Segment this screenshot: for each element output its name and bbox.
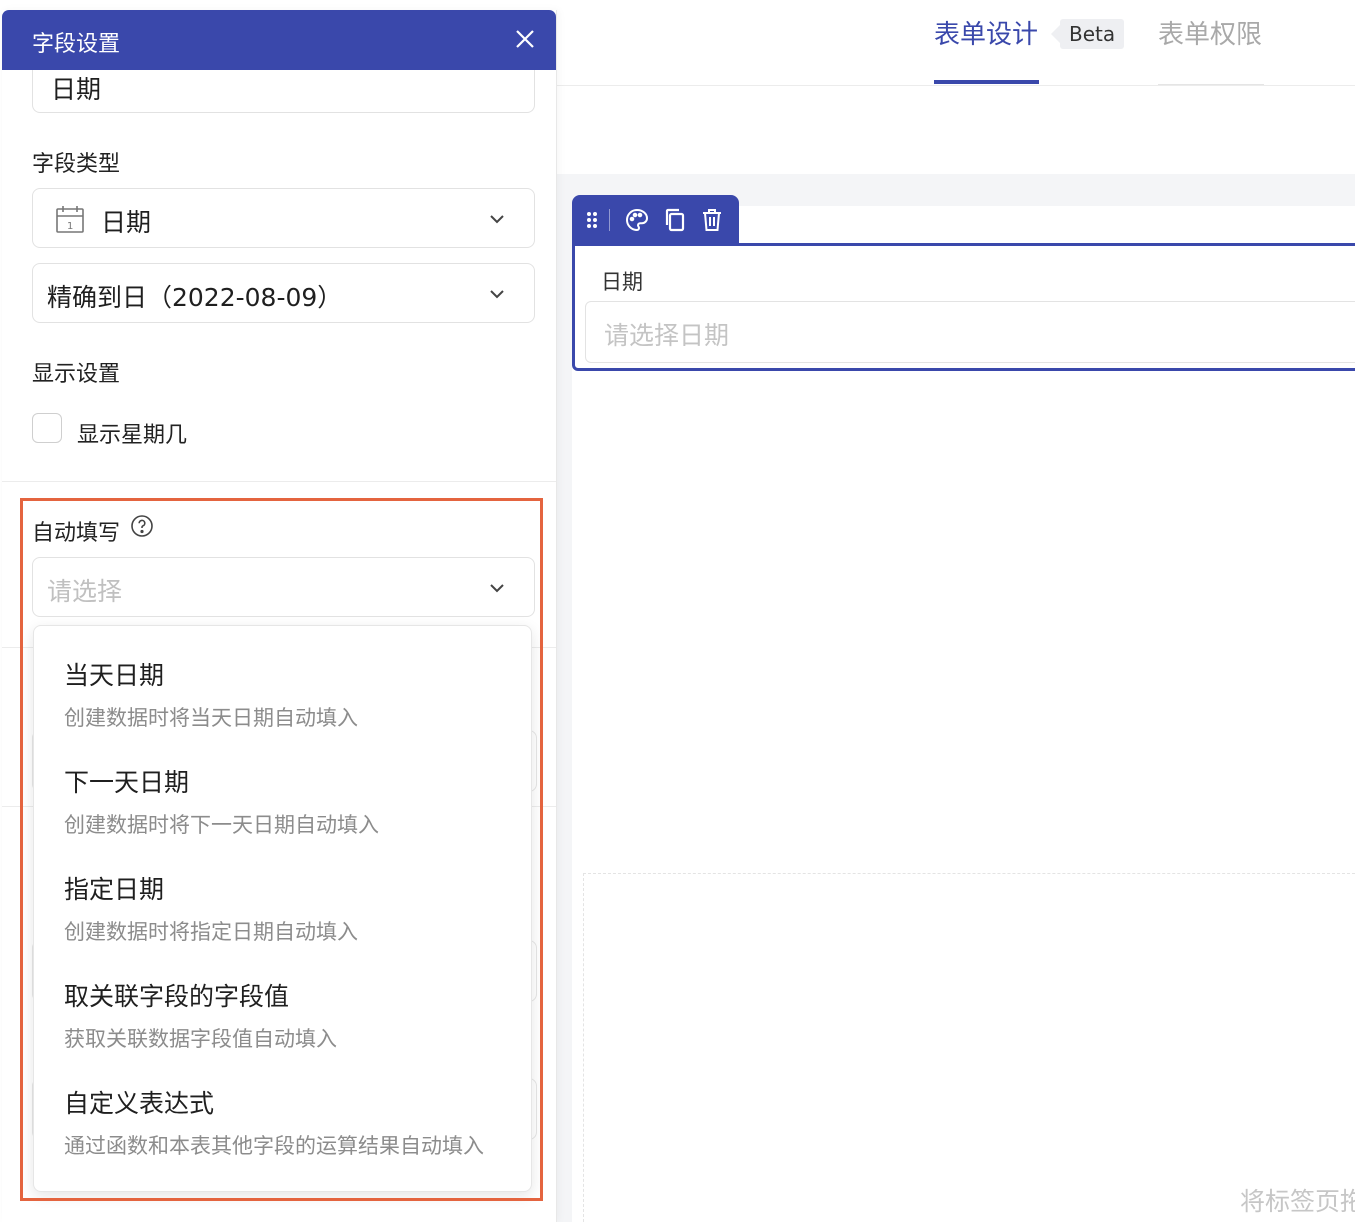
calendar-icon: 1 bbox=[55, 204, 85, 238]
option-title: 自定义表达式 bbox=[64, 1089, 215, 1118]
panel-title: 字段设置 bbox=[32, 32, 121, 57]
autofill-select[interactable]: 请选择 bbox=[32, 557, 535, 617]
autofill-option-custom-expression[interactable]: 自定义表达式 通过函数和本表其他字段的运算结果自动填入 bbox=[34, 1054, 531, 1161]
svg-text:1: 1 bbox=[67, 221, 73, 232]
field-type-value: 日期 bbox=[101, 208, 152, 237]
option-title: 下一天日期 bbox=[64, 768, 190, 797]
autofill-option-next-day[interactable]: 下一天日期 创建数据时将下一天日期自动填入 bbox=[34, 733, 531, 840]
field-action-toolbar bbox=[572, 195, 739, 245]
option-description: 获取关联数据字段值自动填入 bbox=[64, 1027, 337, 1051]
close-icon[interactable] bbox=[510, 24, 540, 54]
show-weekday-checkbox[interactable] bbox=[32, 413, 62, 443]
chevron-down-icon bbox=[490, 215, 504, 224]
field-type-select[interactable]: 1 日期 bbox=[32, 188, 535, 248]
option-description: 创建数据时将指定日期自动填入 bbox=[64, 920, 358, 944]
autofill-label: 自动填写 bbox=[32, 521, 121, 546]
option-description: 创建数据时将下一天日期自动填入 bbox=[64, 813, 379, 837]
copy-icon[interactable] bbox=[661, 205, 689, 235]
autofill-option-specific-date[interactable]: 指定日期 创建数据时将指定日期自动填入 bbox=[34, 840, 531, 947]
show-weekday-label: 显示星期几 bbox=[77, 423, 188, 448]
chevron-down-icon bbox=[490, 290, 504, 299]
date-picker-input[interactable]: 请选择日期 bbox=[585, 301, 1355, 363]
autofill-placeholder: 请选择 bbox=[47, 577, 123, 606]
autofill-option-related-field[interactable]: 取关联字段的字段值 获取关联数据字段值自动填入 bbox=[34, 947, 531, 1054]
date-field-card[interactable]: 日期 请选择日期 bbox=[572, 243, 1355, 371]
beta-badge: Beta bbox=[1050, 19, 1125, 49]
option-description: 通过函数和本表其他字段的运算结果自动填入 bbox=[64, 1134, 484, 1158]
option-title: 指定日期 bbox=[64, 875, 165, 904]
date-precision-select[interactable]: 精确到日（2022-08-09） bbox=[32, 263, 535, 323]
field-label: 日期 bbox=[601, 270, 643, 294]
section-divider bbox=[2, 481, 556, 482]
active-tab-indicator bbox=[934, 80, 1039, 84]
tab-form-design[interactable]: 表单设计 bbox=[934, 18, 1038, 52]
panel-header: 字段设置 bbox=[2, 10, 556, 70]
option-title: 取关联字段的字段值 bbox=[64, 982, 290, 1011]
option-title: 当天日期 bbox=[64, 661, 165, 690]
field-type-label: 字段类型 bbox=[32, 152, 121, 177]
date-precision-value: 精确到日（2022-08-09） bbox=[47, 283, 343, 312]
drag-tab-hint: 将标签页拖 bbox=[1240, 1187, 1355, 1216]
drag-handle-icon[interactable] bbox=[578, 205, 606, 235]
display-settings-label: 显示设置 bbox=[32, 362, 121, 387]
top-nav-bar: 表单设计 Beta 表单权限 bbox=[556, 0, 1355, 86]
toolbar-separator bbox=[609, 209, 610, 231]
help-circle-icon[interactable] bbox=[130, 514, 154, 538]
field-name-value: 日期 bbox=[51, 75, 102, 104]
chevron-down-icon bbox=[490, 584, 504, 593]
option-description: 创建数据时将当天日期自动填入 bbox=[64, 706, 358, 730]
palette-icon[interactable] bbox=[623, 205, 651, 235]
tab-divider bbox=[1158, 84, 1264, 85]
delete-icon[interactable] bbox=[698, 205, 726, 235]
date-placeholder: 请选择日期 bbox=[604, 321, 730, 350]
autofill-dropdown-menu: 当天日期 创建数据时将当天日期自动填入 下一天日期 创建数据时将下一天日期自动填… bbox=[33, 625, 532, 1192]
autofill-option-today[interactable]: 当天日期 创建数据时将当天日期自动填入 bbox=[34, 626, 531, 733]
drop-zone bbox=[583, 873, 1355, 1222]
sub-toolbar bbox=[556, 86, 1355, 174]
tab-form-permissions[interactable]: 表单权限 bbox=[1158, 18, 1262, 52]
